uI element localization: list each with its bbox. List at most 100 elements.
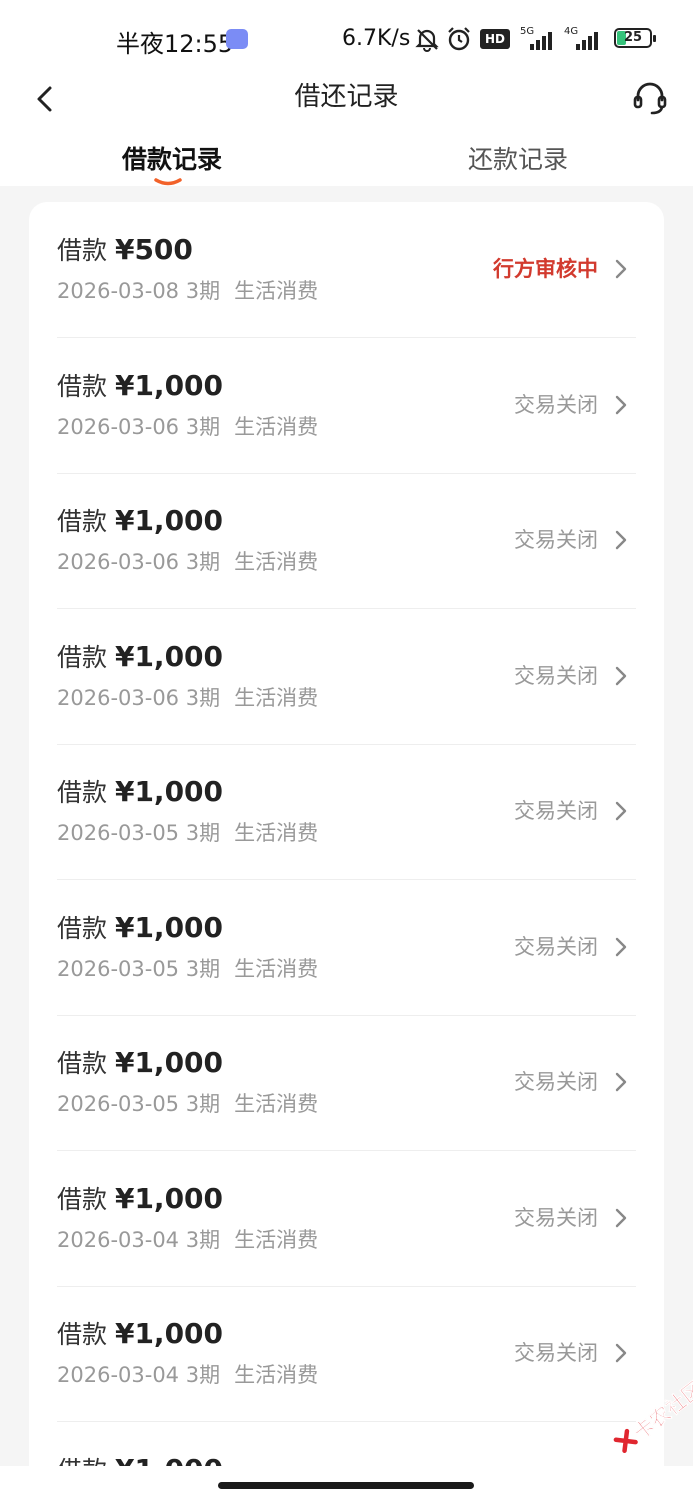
loan-record-row[interactable]: 借款 ¥1,000 2026-03-04 3期 生活消费 交易关闭 [29, 1286, 664, 1422]
record-purpose: 生活消费 [234, 956, 319, 981]
record-details: 2026-03-08 3期 生活消费 [57, 276, 318, 306]
record-date: 2026-03-04 [57, 1363, 180, 1387]
alarm-clock-icon [448, 27, 470, 51]
record-purpose: 生活消费 [234, 1363, 319, 1387]
record-term: 3期 [185, 1227, 221, 1252]
record-type-label: 借款 [57, 1049, 108, 1078]
loan-record-row[interactable]: 借款 ¥1,000 2026-03-06 3期 生活消费 交易关闭 [29, 473, 664, 609]
record-date: 2026-03-06 [57, 550, 180, 574]
record-status: 交易关闭 [514, 799, 598, 823]
record-status: 交易关闭 [514, 934, 598, 959]
chevron-right-icon [615, 395, 627, 414]
record-title: 借款 ¥1,000 [57, 774, 223, 811]
record-details: 2026-03-05 3期 生活消费 [57, 818, 318, 848]
record-status: 行方审核中 [493, 257, 598, 281]
record-title: 借款 ¥1,000 [57, 1181, 223, 1218]
record-date: 2026-03-06 [57, 685, 180, 710]
record-amount: ¥1,000 [114, 639, 224, 673]
record-type-label: 借款 [57, 778, 108, 807]
customer-service-icon[interactable] [632, 80, 668, 116]
record-details: 2026-03-06 3期 生活消费 [57, 412, 318, 442]
record-amount: ¥1,000 [114, 1181, 224, 1215]
hd-voice-icon: HD [480, 29, 510, 49]
record-amount: ¥1,000 [114, 910, 224, 944]
chevron-right-icon [615, 666, 627, 685]
record-term: 3期 [185, 414, 221, 439]
record-date: 2026-03-05 [57, 821, 180, 845]
loan-records-list: 借款 ¥500 2026-03-08 3期 生活消费 行方审核中 借款 ¥1,000 20… [29, 202, 664, 1500]
record-details: 2026-03-05 3期 生活消费 [57, 954, 318, 984]
record-status: 交易关闭 [514, 1205, 598, 1230]
record-type-label: 借款 [57, 371, 108, 401]
record-details: 2026-03-05 3期 生活消费 [57, 1089, 318, 1119]
status-bar: 半夜12:55 6.7K/s HD 5G 4G 25 [0, 0, 693, 80]
record-term: 3期 [185, 821, 221, 845]
loan-record-row[interactable]: 借款 ¥1,000 2026-03-06 3期 生活消费 交易关闭 [29, 609, 664, 745]
record-type-label: 借款 [57, 913, 108, 943]
home-indicator[interactable] [218, 1482, 474, 1489]
record-title: 借款 ¥1,000 [57, 639, 223, 676]
record-details: 2026-03-06 3期 生活消费 [57, 683, 318, 713]
record-title: 借款 ¥1,000 [57, 1045, 223, 1082]
record-purpose: 生活消费 [234, 685, 319, 710]
record-purpose: 生活消费 [234, 1227, 319, 1252]
chevron-right-icon [615, 259, 627, 279]
record-purpose: 生活消费 [234, 821, 319, 845]
chevron-right-icon [615, 1343, 627, 1363]
record-title: 借款 ¥500 [57, 232, 193, 269]
record-status: 交易关闭 [514, 1341, 598, 1365]
record-status: 交易关闭 [514, 1070, 598, 1094]
status-time: 半夜12:55 [116, 30, 234, 58]
record-amount: ¥1,000 [114, 1046, 224, 1079]
record-date: 2026-03-04 [57, 1227, 180, 1252]
record-type-label: 借款 [57, 1320, 108, 1349]
record-term: 3期 [185, 279, 221, 303]
record-title: 借款 ¥1,000 [57, 368, 223, 405]
record-title: 借款 ¥1,000 [57, 910, 223, 947]
battery-icon: 25 [614, 28, 656, 48]
loan-record-row[interactable]: 借款 ¥1,000 2026-03-06 3期 生活消费 交易关闭 [29, 338, 664, 474]
network-speed: 6.7K/s [342, 26, 411, 51]
loan-record-row[interactable]: 借款 ¥1,000 2026-03-05 3期 生活消费 交易关闭 [29, 744, 664, 880]
record-amount: ¥1,000 [114, 1317, 224, 1350]
record-term: 3期 [185, 956, 221, 981]
record-title: 借款 ¥1,000 [57, 503, 223, 540]
record-term: 3期 [185, 685, 221, 710]
record-amount: ¥500 [114, 233, 193, 266]
chevron-right-icon [615, 937, 627, 956]
record-term: 3期 [185, 1092, 221, 1116]
record-purpose: 生活消费 [234, 550, 319, 574]
record-purpose: 生活消费 [234, 414, 319, 439]
loan-record-row[interactable]: 借款 ¥1,000 2026-03-05 3期 生活消费 交易关闭 [29, 880, 664, 1016]
record-amount: ¥1,000 [114, 368, 224, 402]
record-type-label: 借款 [57, 236, 108, 265]
record-date: 2026-03-05 [57, 1092, 180, 1116]
chevron-right-icon [615, 1072, 627, 1092]
record-type-label: 借款 [57, 507, 108, 536]
record-details: 2026-03-06 3期 生活消费 [57, 547, 318, 577]
record-type-label: 借款 [57, 1184, 108, 1214]
record-status: 交易关闭 [514, 663, 598, 688]
record-term: 3期 [185, 550, 221, 574]
tab-loan-records[interactable]: 借款记录 [122, 142, 222, 178]
record-status: 交易关闭 [514, 528, 598, 552]
chevron-right-icon [615, 801, 627, 821]
loan-record-row[interactable]: 借款 ¥500 2026-03-08 3期 生活消费 行方审核中 [29, 202, 664, 338]
record-term: 3期 [185, 1363, 221, 1387]
chevron-right-icon [615, 1208, 627, 1227]
miui-badge-icon [226, 29, 248, 49]
app-header: 借还记录 借款记录 还款记录 [0, 80, 693, 186]
record-details: 2026-03-04 3期 生活消费 [57, 1360, 318, 1390]
record-status: 交易关闭 [514, 392, 598, 417]
battery-level: 25 [623, 30, 643, 45]
signal-5g-icon [530, 30, 552, 50]
record-amount: ¥1,000 [114, 775, 224, 808]
loan-record-row[interactable]: 借款 ¥1,000 2026-03-04 3期 生活消费 交易关闭 [29, 1151, 664, 1287]
signal-4g-icon [576, 30, 598, 50]
screen: 半夜12:55 6.7K/s HD 5G 4G 25 借还记录 借款记录 还款记… [0, 0, 693, 1500]
loan-record-row[interactable]: 借款 ¥1,000 2026-03-05 3期 生活消费 交易关闭 [29, 1015, 664, 1151]
record-type-label: 借款 [57, 642, 108, 672]
watermark-text: 卡农社区 [629, 1376, 693, 1445]
record-amount: ¥1,000 [114, 504, 224, 537]
tab-repayment-records[interactable]: 还款记录 [468, 142, 568, 178]
